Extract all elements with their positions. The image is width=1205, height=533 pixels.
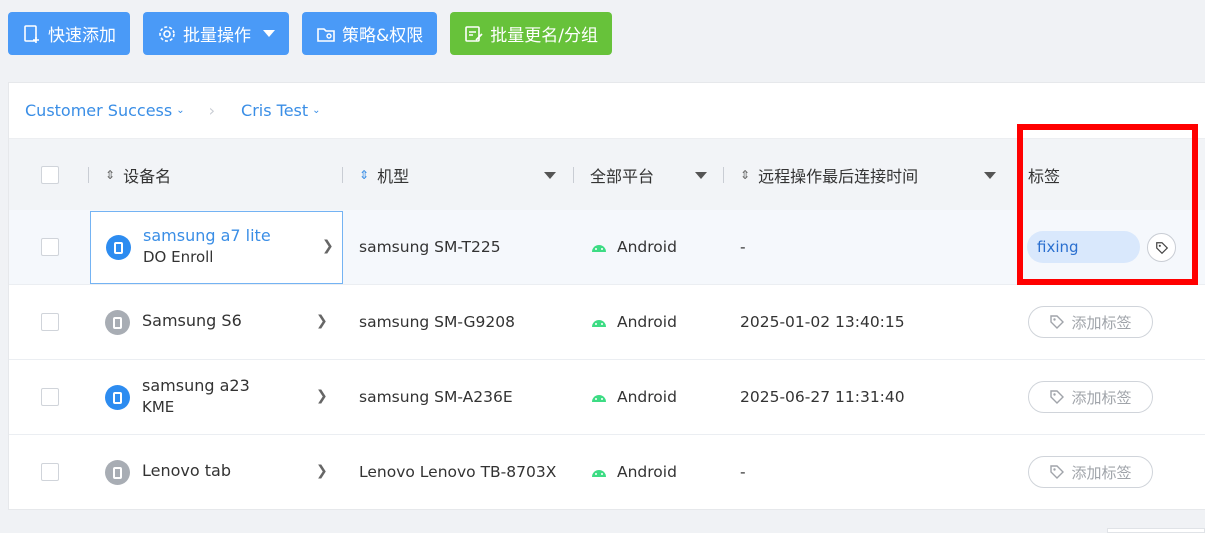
select-all-cell [41,139,59,211]
device-subtitle: KME [142,398,175,416]
policy-permission-label: 策略&权限 [342,26,424,46]
column-divider [88,167,89,183]
row-checkbox-cell [41,463,59,481]
device-name[interactable]: samsung a23 [142,376,250,395]
chevron-down-icon: ⌄ [312,105,321,116]
platform-cell: Android [591,388,677,406]
column-model[interactable]: ⇕ 机型 [359,139,409,211]
device-name-cell-focused[interactable]: samsung a7 lite DO Enroll ❯ [90,211,343,284]
table-row[interactable]: Samsung S6 ❯ samsung SM-G9208 Android 20… [9,285,1205,360]
batch-rename-label: 批量更名/分组 [490,26,598,46]
column-divider [342,167,343,183]
platform-label: Android [617,238,677,256]
column-last-connection[interactable]: ⇕ 远程操作最后连接时间 [740,139,918,211]
platform-cell: Android [591,313,677,331]
phone-icon [105,460,130,485]
add-tag-button[interactable]: 添加标签 [1028,456,1153,488]
batch-rename-button[interactable]: 批量更名/分组 [450,12,612,55]
sort-icon: ⇕ [105,168,116,182]
edit-list-icon [465,25,483,42]
column-model-label: 机型 [377,167,410,186]
column-device-name[interactable]: ⇕ 设备名 [105,139,171,211]
column-divider [573,167,574,183]
add-tag-label: 添加标签 [1071,313,1132,332]
device-model: Lenovo Lenovo TB-8703X [359,463,557,481]
model-filter-dropdown-icon[interactable] [544,172,556,179]
android-icon [592,470,606,477]
gear-icon [159,25,175,42]
tag-icon [1050,465,1065,479]
device-name-link[interactable]: samsung a7 lite [143,226,271,245]
platform-label: Android [617,313,677,331]
chevron-right-icon[interactable]: ❯ [322,238,334,254]
android-icon [592,245,606,252]
breadcrumb-org-label: Customer Success [25,101,173,120]
highlight-annotation-box [1017,124,1198,285]
phone-icon [105,310,130,335]
add-tag-label: 添加标签 [1071,463,1132,482]
last-connection-time: - [740,463,746,481]
tag-icon [1050,315,1065,329]
breadcrumb-separator-icon: › [208,101,216,120]
row-checkbox-cell [41,238,59,256]
add-device-icon [24,24,39,43]
quick-add-label: 快速添加 [48,26,116,46]
chevron-down-icon: ⌄ [176,105,185,116]
row-checkbox[interactable] [41,388,59,406]
toolbar: 快速添加 批量操作 策略&权限 批量更名/分组 [8,12,612,55]
sort-icon: ⇕ [359,168,370,182]
select-all-checkbox[interactable] [41,166,59,184]
tag-icon [1050,390,1065,404]
row-checkbox[interactable] [41,313,59,331]
chevron-right-icon[interactable]: ❯ [316,313,328,329]
device-name[interactable]: Samsung S6 [142,311,242,330]
platform-filter-dropdown-icon[interactable] [695,172,707,179]
phone-icon [105,385,130,410]
chevron-right-icon[interactable]: ❯ [316,388,328,404]
last-connection-time: - [740,238,746,256]
batch-ops-button[interactable]: 批量操作 [143,12,289,55]
column-platform[interactable]: 全部平台 [590,139,654,211]
chevron-right-icon[interactable]: ❯ [316,463,328,479]
phone-icon [106,235,131,260]
folder-gear-icon [317,27,335,42]
column-device-name-label: 设备名 [123,167,172,186]
quick-add-button[interactable]: 快速添加 [8,12,130,55]
caret-down-icon [263,30,275,37]
add-tag-label: 添加标签 [1071,388,1132,407]
row-checkbox-cell [41,313,59,331]
last-connection-filter-dropdown-icon[interactable] [984,172,996,179]
platform-label: Android [617,463,677,481]
batch-ops-label: 批量操作 [183,26,251,46]
platform-label: Android [617,388,677,406]
add-tag-button[interactable]: 添加标签 [1028,306,1153,338]
breadcrumb-org[interactable]: Customer Success ⌄ [25,101,185,120]
android-icon [592,320,606,327]
device-model: samsung SM-A236E [359,388,513,406]
device-model: samsung SM-G9208 [359,313,515,331]
platform-cell: Android [591,238,677,256]
row-checkbox[interactable] [41,463,59,481]
platform-cell: Android [591,463,677,481]
row-checkbox-cell [41,388,59,406]
column-platform-label: 全部平台 [590,167,655,186]
row-checkbox[interactable] [41,238,59,256]
device-model: samsung SM-T225 [359,238,501,256]
table-row[interactable]: Lenovo tab ❯ Lenovo Lenovo TB-8703X Andr… [9,435,1205,510]
android-icon [592,395,606,402]
device-subtitle: DO Enroll [143,248,214,266]
column-divider [723,167,724,183]
last-connection-time: 2025-01-02 13:40:15 [740,313,905,331]
breadcrumb: Customer Success ⌄ › Cris Test ⌄ [25,101,321,120]
device-name[interactable]: Lenovo tab [142,461,231,480]
sort-icon: ⇕ [740,168,751,182]
pagination-edge [1107,528,1205,533]
last-connection-time: 2025-06-27 11:31:40 [740,388,905,406]
table-row[interactable]: samsung a23 KME ❯ samsung SM-A236E Andro… [9,360,1205,435]
add-tag-button[interactable]: 添加标签 [1028,381,1153,413]
breadcrumb-group[interactable]: Cris Test ⌄ [241,101,321,120]
breadcrumb-group-label: Cris Test [241,101,309,120]
policy-permission-button[interactable]: 策略&权限 [302,12,438,55]
column-last-connection-label: 远程操作最后连接时间 [758,167,919,186]
